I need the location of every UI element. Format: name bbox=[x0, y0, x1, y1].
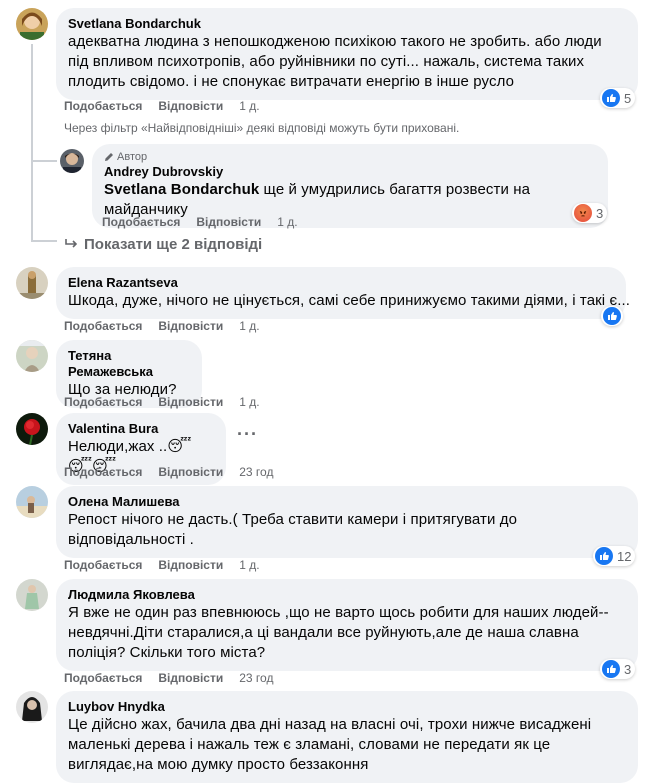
reply-button[interactable]: Відповісти bbox=[158, 558, 223, 572]
comment-actions: Подобається Відповісти 1 д. bbox=[64, 557, 276, 573]
comment-author[interactable]: Elena Razantseva bbox=[68, 275, 614, 291]
avatar[interactable] bbox=[16, 691, 48, 723]
comment-author[interactable]: Олена Малишева bbox=[68, 494, 626, 510]
comment-bubble: Svetlana Bondarchuk адекватна людина з н… bbox=[56, 8, 638, 100]
comment-author[interactable]: Valentina Bura bbox=[68, 421, 214, 437]
timestamp[interactable]: 1 д. bbox=[239, 319, 259, 333]
like-button[interactable]: Подобається bbox=[64, 558, 142, 572]
like-icon bbox=[603, 307, 621, 325]
comment-author[interactable]: Людмила Яковлева bbox=[68, 587, 626, 603]
comment-bubble: Олена Малишева Репост нічого не дасть.( … bbox=[56, 486, 638, 558]
reply-arrow-icon bbox=[65, 239, 78, 248]
comment-text: Це дійсно жах, бачила два дні назад на в… bbox=[68, 716, 592, 773]
reply-author[interactable]: Andrey Dubrovskiy bbox=[104, 164, 596, 180]
like-button[interactable]: Подобається bbox=[64, 319, 142, 333]
comment-actions: Подобається Відповісти 1 д. bbox=[64, 394, 276, 410]
avatar[interactable] bbox=[16, 340, 48, 372]
like-button[interactable]: Подобається bbox=[64, 465, 142, 479]
comment-actions: Подобається Відповісти 1 д. bbox=[64, 318, 276, 334]
like-button[interactable]: Подобається bbox=[64, 99, 142, 113]
avatar[interactable] bbox=[16, 579, 48, 611]
timestamp[interactable]: 1 д. bbox=[277, 215, 297, 229]
thread-connector bbox=[31, 240, 57, 242]
comment-author[interactable]: Тетяна Ремажевська bbox=[68, 348, 190, 380]
author-badge: Автор bbox=[104, 150, 596, 164]
reply-button[interactable]: Відповісти bbox=[158, 319, 223, 333]
reply-button[interactable]: Відповісти bbox=[158, 671, 223, 685]
comment-actions: Подобається Відповісти 1 д. bbox=[64, 98, 276, 114]
reply-actions: Подобається Відповісти 1 д. bbox=[102, 214, 314, 230]
timestamp[interactable]: 23 год bbox=[239, 465, 273, 479]
reply-button[interactable]: Відповісти bbox=[158, 465, 223, 479]
avatar[interactable] bbox=[16, 8, 48, 40]
reply-button[interactable]: Відповісти bbox=[158, 395, 223, 409]
comment-text: адекватна людина з непошкодженою психіко… bbox=[68, 33, 602, 90]
comment-actions: Подобається Відповісти 23 год bbox=[64, 670, 289, 686]
avatar[interactable] bbox=[16, 267, 48, 299]
reply-button[interactable]: Відповісти bbox=[196, 215, 261, 229]
comment-bubble: Людмила Яковлева Я вже не один раз впевн… bbox=[56, 579, 638, 671]
thread-line bbox=[31, 44, 33, 240]
timestamp[interactable]: 1 д. bbox=[239, 99, 259, 113]
comment-bubble: Elena Razantseva Шкода, дуже, нічого не … bbox=[56, 267, 631, 319]
mention-link[interactable]: Svetlana Bondarchuk bbox=[104, 181, 259, 198]
reaction-count[interactable]: 3 bbox=[572, 203, 608, 223]
reply-button[interactable]: Відповісти bbox=[158, 99, 223, 113]
comment-text: Шкода, дуже, нічого не цінується, самі с… bbox=[68, 292, 631, 309]
reaction-count[interactable] bbox=[601, 306, 623, 326]
avatar[interactable] bbox=[60, 149, 84, 173]
avatar[interactable] bbox=[16, 486, 48, 518]
timestamp[interactable]: 23 год bbox=[239, 671, 273, 685]
like-icon bbox=[595, 547, 613, 565]
timestamp[interactable]: 1 д. bbox=[239, 395, 259, 409]
angry-reaction-icon bbox=[574, 204, 592, 222]
reaction-count[interactable]: 5 bbox=[600, 88, 636, 108]
reaction-count[interactable]: 3 bbox=[600, 659, 636, 679]
like-button[interactable]: Подобається bbox=[102, 215, 180, 229]
like-button[interactable]: Подобається bbox=[64, 671, 142, 685]
like-button[interactable]: Подобається bbox=[64, 395, 142, 409]
show-more-replies[interactable]: Показати ще 2 відповіді bbox=[64, 235, 262, 255]
comment-actions: Подобається Відповісти 23 год bbox=[64, 464, 289, 480]
comment-text: Репост нічого не дасть.( Треба ставити к… bbox=[68, 511, 518, 548]
avatar[interactable] bbox=[16, 413, 48, 445]
comment-author[interactable]: Svetlana Bondarchuk bbox=[68, 16, 626, 32]
filter-note: Через фільтр «Найвідповідніші» деякі від… bbox=[64, 121, 460, 135]
pencil-icon bbox=[105, 153, 113, 161]
thread-connector bbox=[31, 160, 57, 162]
timestamp[interactable]: 1 д. bbox=[239, 558, 259, 572]
comment-text: Я вже не один раз впевнююсь ,що не варто… bbox=[68, 604, 609, 661]
comment-author[interactable]: Luybov Hnydka bbox=[68, 699, 626, 715]
comment-bubble: Luybov Hnydka Це дійсно жах, бачила два … bbox=[56, 691, 638, 783]
like-icon bbox=[602, 89, 620, 107]
reaction-count[interactable]: 12 bbox=[593, 546, 636, 566]
like-icon bbox=[602, 660, 620, 678]
more-options-icon[interactable]: ··· bbox=[237, 424, 258, 445]
